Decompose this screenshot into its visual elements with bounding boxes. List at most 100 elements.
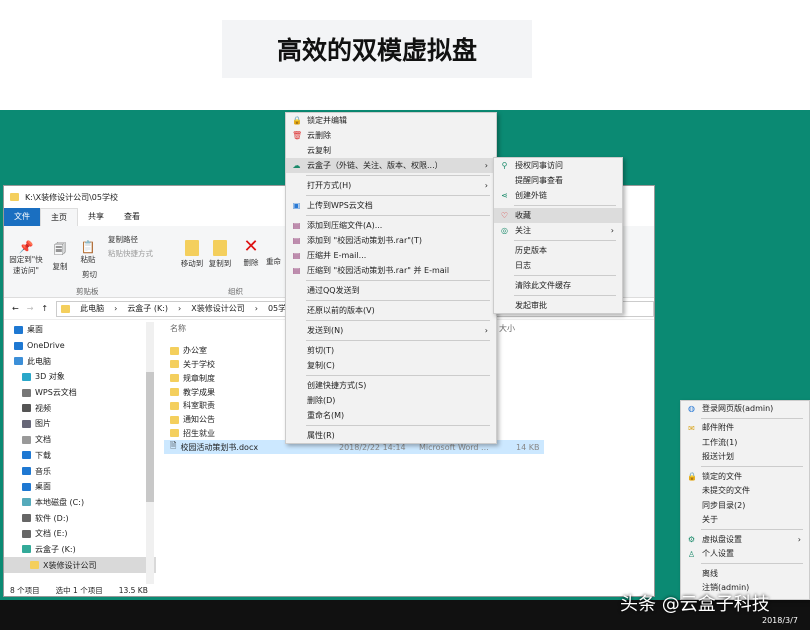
nav-item[interactable]: 此电脑 — [4, 353, 156, 369]
menu-item[interactable]: 属性(R) — [286, 428, 496, 443]
nav-item[interactable]: 视频 — [4, 400, 156, 416]
nav-item[interactable]: 云盒子 (K:) — [4, 542, 156, 558]
menu-separator — [514, 275, 616, 276]
column-size[interactable]: 大小 — [499, 323, 515, 334]
nav-item-label: 文档 — [35, 434, 51, 445]
nav-item[interactable]: WPS云文档 — [4, 385, 156, 401]
nav-item[interactable]: X装修设计公司 — [4, 557, 156, 573]
menu-item[interactable]: 删除(D) — [286, 393, 496, 408]
menu-item[interactable]: 报送计划 — [681, 450, 809, 465]
menu-item[interactable]: ▣上传到WPS云文档 — [286, 198, 496, 213]
menu-item[interactable]: 历史版本 — [494, 243, 622, 258]
breadcrumb-item[interactable]: 此电脑 — [80, 303, 104, 314]
menu-item[interactable]: 离线 — [681, 566, 809, 581]
menu-item[interactable]: ▤压缩到 "校园活动策划书.rar" 并 E-mail — [286, 263, 496, 278]
folder-name: 办公室 — [183, 345, 207, 356]
menu-item[interactable]: 🗑云删除 — [286, 128, 496, 143]
menu-item[interactable]: 复制(C) — [286, 358, 496, 373]
menu-item[interactable]: 还原以前的版本(V) — [286, 303, 496, 318]
tab-file[interactable]: 文件 — [4, 208, 40, 226]
pin-button[interactable]: 📌固定到"快速访问" — [6, 240, 46, 276]
menu-separator — [306, 340, 490, 341]
nav-item-label: 3D 对象 — [35, 371, 65, 382]
menu-item-label: 云删除 — [307, 130, 331, 141]
folder-icon — [170, 388, 179, 396]
up-icon[interactable]: ↑ — [41, 304, 48, 313]
menu-item[interactable]: ⚲授权同事访问 — [494, 158, 622, 173]
back-icon[interactable]: ← — [12, 304, 19, 313]
nav-item[interactable]: 本地磁盘 (C:) — [4, 495, 156, 511]
nav-item[interactable]: 图片 — [4, 416, 156, 432]
nav-item[interactable]: 软件 (D:) — [4, 510, 156, 526]
nav-item[interactable]: 音乐 — [4, 463, 156, 479]
menu-item[interactable]: 创建快捷方式(S) — [286, 378, 496, 393]
menu-item[interactable]: 未提交的文件 — [681, 484, 809, 499]
nav-item[interactable]: 3D 对象 — [4, 369, 156, 385]
paste-button[interactable]: 📋粘贴 — [76, 240, 100, 265]
tab-view[interactable]: 查看 — [114, 208, 150, 226]
scrollbar-thumb[interactable] — [146, 372, 154, 502]
copy-button[interactable]: 🗐复制 — [48, 240, 72, 272]
menu-item-label: 关注 — [515, 225, 531, 236]
menu-item[interactable]: ♡收藏 — [494, 208, 622, 223]
copy-to-button[interactable]: 复制到 — [206, 240, 234, 269]
winrar-icon: ▤ — [292, 251, 301, 260]
paste-shortcut-button[interactable]: 粘贴快捷方式 — [108, 248, 153, 259]
menu-item[interactable]: ✉邮件附件 — [681, 421, 809, 436]
menu-item[interactable]: ▤压缩并 E-mail... — [286, 248, 496, 263]
menu-item[interactable]: 通过QQ发送到 — [286, 283, 496, 298]
menu-item[interactable]: 打开方式(H)› — [286, 178, 496, 193]
nav-scrollbar[interactable] — [146, 322, 154, 584]
menu-item[interactable]: 🔒锁定的文件 — [681, 469, 809, 484]
menu-item[interactable]: ◎关注› — [494, 223, 622, 238]
menu-item[interactable]: ▤添加到压缩文件(A)... — [286, 218, 496, 233]
menu-item[interactable]: 🔒锁定并编辑 — [286, 113, 496, 128]
menu-item[interactable]: 日志 — [494, 258, 622, 273]
breadcrumb-item[interactable]: X装修设计公司 — [191, 303, 244, 314]
menu-item-label: 发起审批 — [515, 300, 547, 311]
web-login-icon: ◍ — [687, 404, 696, 413]
menu-item[interactable]: 关于 — [681, 513, 809, 528]
menu-item[interactable]: 工作流(1) — [681, 435, 809, 450]
menu-item[interactable]: 提醒同事查看 — [494, 173, 622, 188]
nav-item-icon — [14, 357, 23, 365]
nav-item[interactable]: 桌面 — [4, 479, 156, 495]
forward-icon[interactable]: → — [27, 304, 34, 313]
menu-item[interactable]: ▤添加到 "校园活动策划书.rar"(T) — [286, 233, 496, 248]
delete-button[interactable]: ✕删除 — [240, 236, 262, 268]
column-name[interactable]: 名称 — [170, 323, 186, 334]
nav-item-icon — [30, 561, 39, 569]
menu-item[interactable]: 发起审批 — [494, 298, 622, 313]
nav-item[interactable]: OneDrive — [4, 338, 156, 354]
nav-item[interactable]: 桌面 — [4, 322, 156, 338]
nav-item[interactable]: 下载 — [4, 448, 156, 464]
menu-item[interactable]: ☁云盒子（外链、关注、版本、权限...）› — [286, 158, 496, 173]
nav-item[interactable]: 文档 (E:) — [4, 526, 156, 542]
nav-item[interactable]: 文档 — [4, 432, 156, 448]
nav-item-label: 下载 — [35, 450, 51, 461]
menu-item[interactable]: 同步目录(2) — [681, 498, 809, 513]
menu-item-label: 日志 — [515, 260, 531, 271]
delete-x-icon: ✕ — [240, 236, 262, 257]
nav-item-icon — [22, 389, 31, 397]
menu-item[interactable]: 清除此文件缓存 — [494, 278, 622, 293]
user-icon: ♙ — [687, 550, 696, 559]
menu-item-label: 发送到(N) — [307, 325, 343, 336]
breadcrumb-item[interactable]: 云盒子 (K:) — [127, 303, 168, 314]
cut-button[interactable]: 剪切 — [82, 269, 97, 280]
menu-item[interactable]: ♙个人设置 — [681, 547, 809, 562]
tab-home[interactable]: 主页 — [40, 208, 78, 226]
menu-item[interactable]: 重命名(M) — [286, 408, 496, 423]
menu-item[interactable]: ⋖创建外链 — [494, 188, 622, 203]
pin-icon: 📌 — [6, 240, 46, 254]
menu-item[interactable]: 发送到(N)› — [286, 323, 496, 338]
menu-item[interactable]: ◍登录网页版(admin) — [681, 401, 809, 416]
menu-item[interactable]: 云复制 — [286, 143, 496, 158]
menu-item[interactable]: ⚙虚拟盘设置› — [681, 532, 809, 547]
tab-share[interactable]: 共享 — [78, 208, 114, 226]
rename-button[interactable]: 重命 — [266, 256, 281, 267]
move-to-button[interactable]: 移动到 — [178, 240, 206, 269]
menu-item[interactable]: 剪切(T) — [286, 343, 496, 358]
nav-item-icon — [22, 451, 31, 459]
copy-path-button[interactable]: 复制路径 — [108, 234, 138, 245]
